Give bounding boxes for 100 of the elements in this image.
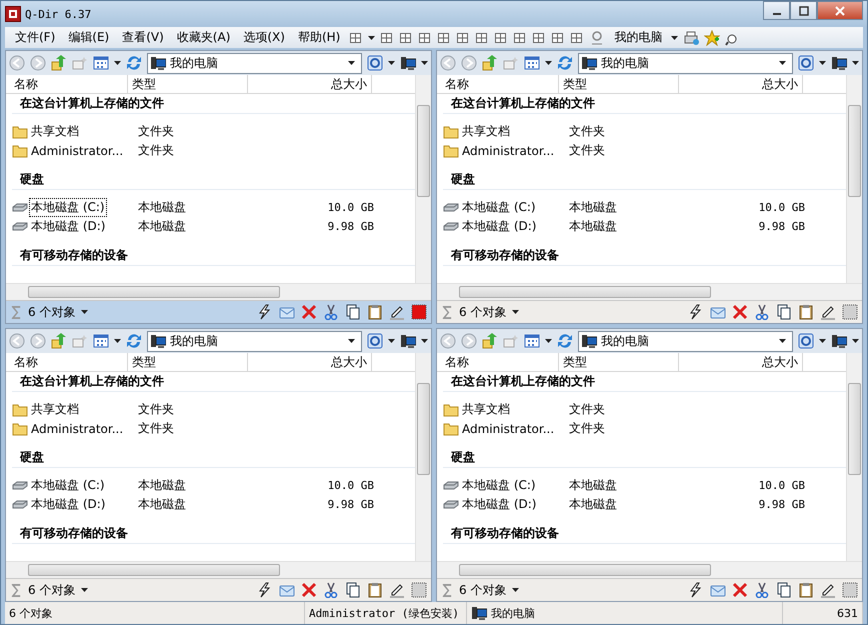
clipboard-icon[interactable]	[798, 304, 814, 320]
file-name[interactable]: 本地磁盘 (C:)	[460, 476, 538, 495]
column-header[interactable]: 名称	[437, 353, 559, 371]
folder-up-icon[interactable]	[51, 333, 67, 349]
view-icon[interactable]	[93, 333, 109, 349]
delete-icon[interactable]	[301, 582, 317, 598]
column-header[interactable]: 名称	[6, 75, 128, 93]
file-pane[interactable]: 我的电脑 名称 类型 总大小 在这台计算机上存储的文件 共享文档 文件夹 Administrator... 文件夹 硬盘 本地磁盘 (C:) 本地磁盘 10.0 GB 本地磁盘 (D:) 本地磁盘 9.98 GB 有可移动存储的设备 6 个对象	[5, 328, 432, 602]
column-header[interactable]: 类型	[128, 75, 248, 93]
file-name[interactable]: 共享文档	[29, 122, 81, 141]
lightning-icon[interactable]	[688, 582, 704, 598]
copy-icon[interactable]	[776, 304, 792, 320]
file-pane[interactable]: 我的电脑 名称 类型 总大小 在这台计算机上存储的文件 共享文档 文件夹 Administrator... 文件夹 硬盘 本地磁盘 (C:) 本地磁盘 10.0 GB 本地磁盘 (D:) 本地磁盘 9.98 GB 有可移动存储的设备 6 个对象	[436, 328, 863, 602]
column-header[interactable]: 总大小	[679, 353, 803, 371]
clipboard-icon[interactable]	[367, 582, 383, 598]
layout-icon[interactable]	[456, 30, 470, 44]
refresh-icon[interactable]	[126, 55, 142, 71]
delete-icon[interactable]	[301, 304, 317, 320]
layout-icon[interactable]	[513, 30, 528, 44]
caret-icon[interactable]	[348, 61, 355, 65]
file-name[interactable]: 共享文档	[29, 400, 81, 419]
caret-icon[interactable]	[421, 339, 428, 343]
computer-icon[interactable]	[400, 55, 416, 71]
scissors-icon[interactable]	[754, 304, 770, 320]
horizontal-scrollbar[interactable]	[437, 561, 862, 578]
vertical-scrollbar[interactable]	[846, 353, 862, 561]
folder-up-icon[interactable]	[482, 333, 498, 349]
layout-icon[interactable]	[349, 30, 364, 44]
caret-icon[interactable]	[81, 310, 88, 314]
file-name[interactable]: 共享文档	[460, 400, 512, 419]
menu-item[interactable]: 编辑(E)	[64, 29, 114, 46]
file-name[interactable]: 本地磁盘 (D:)	[29, 495, 108, 514]
printer-icon[interactable]	[683, 30, 700, 46]
folder-up-icon[interactable]	[482, 55, 498, 71]
caret-icon[interactable]	[114, 339, 121, 343]
pencil-icon[interactable]	[389, 582, 405, 598]
maximize-button[interactable]	[790, 1, 817, 20]
file-name[interactable]: Administrator...	[460, 420, 556, 436]
file-name[interactable]: Administrator...	[29, 420, 126, 436]
view-icon[interactable]	[524, 333, 540, 349]
column-header[interactable]: 名称	[437, 75, 559, 93]
scissors-icon[interactable]	[323, 304, 339, 320]
column-header[interactable]: 类型	[559, 75, 679, 93]
refresh-icon[interactable]	[126, 333, 142, 349]
caret-icon[interactable]	[819, 339, 826, 343]
grid-square-icon[interactable]	[411, 582, 427, 598]
copy-icon[interactable]	[345, 582, 361, 598]
horizontal-scrollbar[interactable]	[6, 561, 431, 578]
caret-icon[interactable]	[512, 588, 520, 592]
file-name[interactable]: 共享文档	[460, 122, 512, 141]
file-name[interactable]: 本地磁盘 (D:)	[460, 495, 538, 514]
scissors-icon[interactable]	[323, 582, 339, 598]
folder-up-icon[interactable]	[51, 55, 67, 71]
copy-icon[interactable]	[776, 582, 792, 598]
file-name[interactable]: Administrator...	[29, 142, 126, 158]
column-header[interactable]: 名称	[6, 353, 128, 371]
refresh-icon[interactable]	[557, 55, 573, 71]
forward-icon[interactable]	[30, 55, 46, 71]
close-button[interactable]	[817, 1, 863, 20]
menu-item[interactable]: 查看(V)	[118, 29, 168, 46]
computer-icon[interactable]	[831, 55, 847, 71]
grid-square-icon[interactable]	[842, 582, 858, 598]
object-count[interactable]: 6 个对象	[459, 582, 506, 598]
back-icon[interactable]	[9, 55, 25, 71]
file-name[interactable]: Administrator...	[460, 142, 556, 158]
caret-icon[interactable]	[819, 61, 826, 65]
back-icon[interactable]	[440, 55, 456, 71]
view-icon[interactable]	[524, 55, 540, 71]
file-name[interactable]: 本地磁盘 (D:)	[460, 217, 538, 236]
back-icon[interactable]	[9, 333, 25, 349]
caret-icon[interactable]	[852, 339, 859, 343]
menu-item[interactable]: 帮助(H)	[294, 29, 344, 46]
layout-icon[interactable]	[532, 30, 546, 44]
delete-icon[interactable]	[732, 304, 748, 320]
caret-icon[interactable]	[779, 61, 786, 65]
layout-icon[interactable]	[551, 30, 566, 44]
caret-icon[interactable]	[852, 61, 859, 65]
address-field[interactable]: 我的电脑	[578, 52, 793, 74]
location-menu[interactable]: 我的电脑	[610, 29, 666, 46]
file-name[interactable]: 本地磁盘 (D:)	[29, 217, 108, 236]
pencil-icon[interactable]	[389, 304, 405, 320]
caret-icon[interactable]	[421, 61, 428, 65]
caret-icon[interactable]	[114, 61, 121, 65]
vertical-scrollbar[interactable]	[415, 75, 431, 283]
forward-icon[interactable]	[30, 333, 46, 349]
grid-square-icon[interactable]	[411, 304, 427, 320]
forward-icon[interactable]	[461, 55, 477, 71]
vertical-scrollbar[interactable]	[415, 353, 431, 561]
pencil-icon[interactable]	[820, 304, 836, 320]
object-count[interactable]: 6 个对象	[28, 304, 76, 320]
vertical-scrollbar[interactable]	[846, 75, 862, 283]
grid-square-icon[interactable]	[842, 304, 858, 320]
layout-icon[interactable]	[437, 30, 452, 44]
clipboard-icon[interactable]	[798, 582, 814, 598]
layout-icon[interactable]	[475, 30, 490, 44]
menu-item[interactable]: 收藏夹(A)	[172, 29, 234, 46]
file-pane[interactable]: 我的电脑 名称 类型 总大小 在这台计算机上存储的文件 共享文档 文件夹 Administrator... 文件夹 硬盘 本地磁盘 (C:) 本地磁盘 10.0 GB 本地磁盘 (D:) 本地磁盘 9.98 GB 有可移动存储的设备 6 个对象	[436, 50, 863, 324]
address-field[interactable]: 我的电脑	[147, 52, 362, 74]
star-icon[interactable]	[704, 30, 720, 46]
caret-icon[interactable]	[368, 36, 376, 40]
